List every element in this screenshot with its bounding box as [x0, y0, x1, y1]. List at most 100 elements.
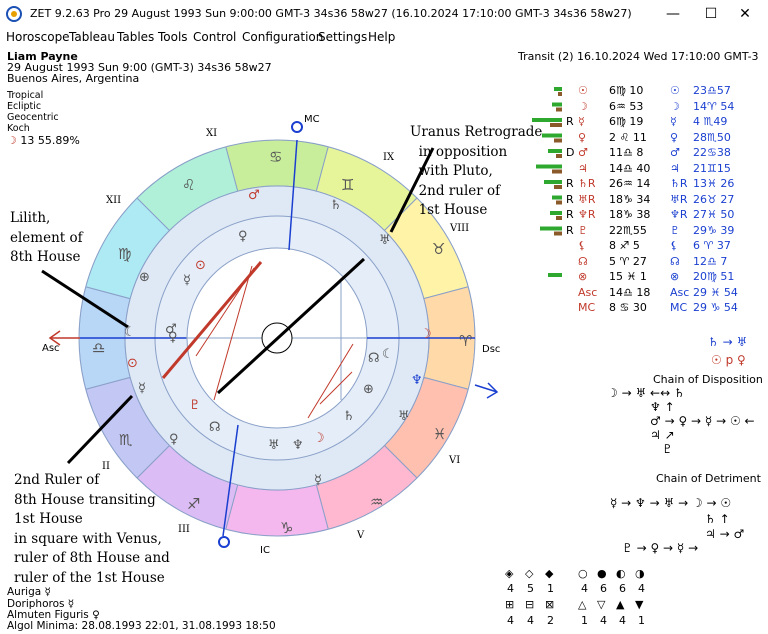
planet-icon: ♆ — [292, 438, 304, 453]
zodiac-sign-icon: ♑ — [280, 519, 294, 537]
planet-icon: ♅ — [268, 438, 280, 453]
dignity-bar — [532, 118, 562, 122]
natal-planet-icon: ☉ — [578, 84, 588, 97]
house-8-label: VIII — [450, 223, 470, 234]
planet-icon: ⊙ — [195, 258, 206, 273]
planet-icon: ☿ — [183, 273, 191, 288]
dignity-bar — [554, 231, 562, 236]
planet-icon: ☾ — [382, 347, 394, 362]
quad-icon: ⊠ — [545, 598, 555, 611]
transit-planet-icon: ☉ — [670, 84, 680, 97]
transit-planet-icon: ⚸ — [670, 239, 679, 252]
element-icon: ● — [597, 567, 607, 580]
natal-planet-icon: ♀ — [578, 130, 587, 144]
planet-icon: ☿ — [138, 381, 146, 396]
natal-planet-icon: ♆R — [578, 208, 596, 221]
planet-icon: ☽ — [313, 431, 325, 446]
transit-planet-icon: ♇ — [670, 223, 680, 237]
transit-planet-icon: ☿ — [670, 115, 677, 128]
mc-label: MC — [304, 114, 320, 125]
natal-planet-icon: ♂ — [578, 146, 588, 159]
planet-icon: ♄ — [330, 198, 342, 213]
tri-count: 1 — [581, 614, 588, 627]
dignity-bar — [554, 185, 562, 189]
annotation-ruler: 2nd Ruler of 8th House transiting 1st Ho… — [14, 472, 170, 586]
natal-position: 6♍ 19 — [609, 115, 644, 128]
natal-planet-icon: ☿ — [578, 115, 585, 128]
tri-icon: △ — [578, 598, 587, 611]
element-icon: ◑ — [635, 567, 645, 580]
planet-icon: ♂ — [165, 322, 177, 337]
chain-disposition-row5: ♇ — [662, 442, 673, 456]
chain-detriment-title: Chain of Detriment — [656, 472, 761, 485]
planet-icon: ☾ — [124, 325, 136, 340]
tri-count: 1 — [638, 614, 645, 627]
planet-icon: ♀ — [169, 432, 179, 447]
transit-position: 29 ♓ 54 — [693, 285, 738, 299]
transit-planet-icon: ♅R — [670, 192, 688, 206]
dignity-bar — [550, 211, 562, 215]
transit-planet-icon: ♂ — [670, 146, 680, 159]
transit-position: 27♓ 50 — [693, 208, 735, 221]
chain-disposition-row4: ♃ ↗ — [650, 428, 675, 442]
dignity-bar — [556, 200, 562, 205]
chain-disposition-row3: ♂ → ♀ → ☿ → ☉ ← — [650, 414, 755, 428]
mode-count: 4 — [507, 582, 514, 595]
quad-count: 4 — [527, 614, 534, 627]
zodiac-sign-icon: ♏ — [119, 431, 133, 449]
zodiac-sign-icon: ♉ — [432, 240, 446, 258]
tri-icon: ▲ — [616, 598, 625, 611]
dignity-bar — [556, 216, 562, 220]
mode-icon: ◆ — [545, 567, 554, 580]
zodiac-sign-icon: ♊ — [341, 176, 355, 194]
quad-count: 4 — [507, 614, 514, 627]
element-icon: ○ — [578, 567, 588, 580]
natal-planet-icon: ☽ — [578, 99, 588, 113]
annotation-uranus: Uranus Retrograde in opposition with Plu… — [410, 124, 543, 218]
house-12-label: XII — [106, 195, 122, 206]
natal-planet-icon: ♄R — [578, 177, 596, 190]
dignity-bar — [548, 149, 562, 153]
tri-icon: ▼ — [635, 598, 644, 611]
transit-position: 20♍ 51 — [693, 270, 735, 283]
transit-planet-icon: ⊗ — [670, 270, 680, 283]
planet-icon: ⊙ — [127, 356, 138, 371]
transit-position: 23♎57 — [693, 84, 731, 97]
chain-disposition-title: Chain of Disposition — [653, 373, 763, 386]
transit-planet-icon: ♄R — [670, 177, 688, 190]
element-count: 6 — [619, 582, 626, 595]
natal-position: 2 ♌ 11 — [609, 130, 647, 144]
mode-count: 5 — [527, 582, 534, 595]
dignity-bar — [552, 102, 562, 107]
element-count: 4 — [581, 582, 588, 595]
natal-planet-icon: MC — [578, 301, 596, 314]
zodiac-sector — [225, 484, 329, 536]
side-extra-1: ♄ → ♅ — [708, 335, 748, 349]
retro-flag: R — [566, 177, 574, 190]
chain-detriment-row2: ♄ ↑ — [705, 512, 730, 526]
planet-icon: ☿ — [314, 473, 322, 488]
star-auriga: Auriga ☿ — [7, 586, 51, 598]
dignity-bar — [556, 107, 562, 112]
planet-icon: ♄ — [343, 409, 355, 424]
planet-icon: ♅ — [379, 233, 391, 248]
planet-icon: ♂ — [248, 188, 260, 203]
planet-icon: ⊕ — [139, 270, 150, 285]
mode-icon: ◇ — [525, 567, 534, 580]
transit-planet-icon: ♀ — [670, 130, 679, 144]
transit-position: 22♋38 — [693, 146, 731, 159]
natal-position: 22♏55 — [609, 223, 647, 237]
planet-icon: ♆ — [411, 373, 423, 388]
natal-planet-icon: ♃ — [578, 161, 588, 175]
retro-flag: R — [566, 208, 574, 221]
planet-icon: ♀ — [238, 229, 248, 244]
zodiac-sign-icon: ♒ — [370, 493, 384, 511]
house-11-label: XI — [206, 128, 218, 139]
transit-planet-icon: ♆R — [670, 208, 688, 221]
dignity-bar — [554, 87, 562, 91]
natal-position: 18♑ 38 — [609, 208, 651, 221]
chain-disposition-row1: ☽ → ♅ ←↔ ♄ — [607, 386, 685, 400]
retro-flag: D — [566, 146, 575, 159]
planet-icon: ☊ — [209, 420, 221, 435]
transit-planet-icon: ♃ — [670, 161, 680, 175]
